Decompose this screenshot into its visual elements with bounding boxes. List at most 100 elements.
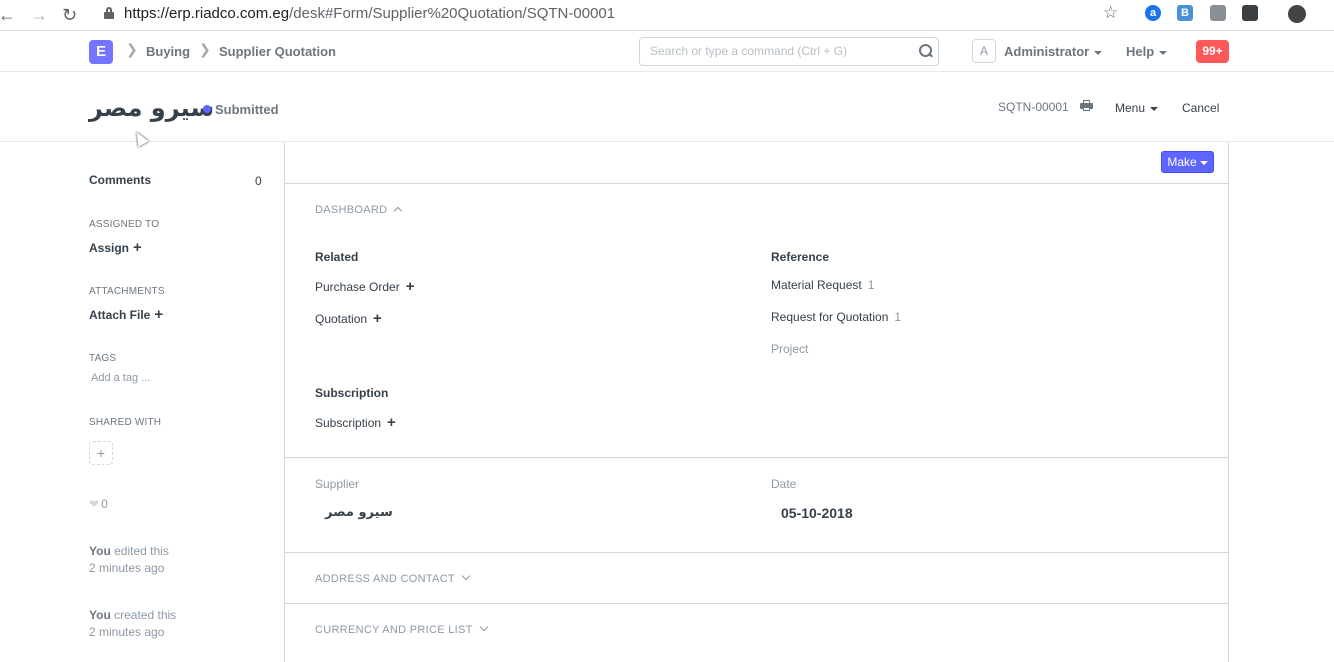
page-head: سيرو مصر Submitted SQTN-00001 Menu Cance… [0, 72, 1334, 142]
tags-label: TAGS [89, 353, 117, 364]
add-tag-input[interactable]: Add a tag ... [91, 372, 150, 384]
link-material-request[interactable]: Material Request 1 [771, 278, 874, 292]
link-request-for-quotation[interactable]: Request for Quotation 1 [771, 310, 901, 324]
make-button[interactable]: Make [1161, 151, 1214, 173]
extension-b-icon[interactable]: B [1177, 5, 1193, 21]
link-count: 1 [867, 278, 875, 292]
like-count: 0 [101, 497, 108, 511]
search-input[interactable] [650, 44, 900, 58]
date-value: 05-10-2018 [781, 505, 853, 521]
subscription-title: Subscription [315, 386, 389, 400]
url-host: https://erp.riadco.com.eg [124, 5, 290, 22]
link-quotation[interactable]: Quotation + [315, 310, 382, 327]
status-indicator: Submitted [203, 102, 279, 117]
help-label: Help [1126, 44, 1155, 59]
caret-down-icon [1150, 106, 1159, 111]
url-path: /desk#Form/Supplier%20Quotation/SQTN-000… [289, 5, 616, 22]
plus-icon: + [133, 239, 142, 256]
link-label: Project [771, 342, 809, 356]
activity-what: edited this [114, 544, 169, 558]
status-text: Submitted [215, 102, 279, 117]
link-count: 1 [894, 310, 902, 324]
share-add-button[interactable]: + [89, 441, 113, 465]
menu-dropdown[interactable]: Menu [1115, 101, 1159, 115]
breadcrumb-supplier-quotation[interactable]: Supplier Quotation [219, 44, 336, 59]
address-contact-label: ADDRESS AND CONTACT [315, 573, 455, 585]
avatar[interactable]: A [972, 39, 996, 63]
activity-item: You edited this 2 minutes ago [89, 543, 169, 577]
app-navbar: E ❯ Buying ❯ Supplier Quotation A Admini… [0, 31, 1334, 72]
supplier-value[interactable]: سيرو مصر [325, 505, 393, 520]
extension-mail-icon[interactable] [1210, 5, 1226, 21]
reload-icon[interactable]: ↻ [62, 5, 77, 26]
print-icon[interactable] [1080, 100, 1093, 111]
activity-when: 2 minutes ago [89, 625, 165, 639]
date-label: Date [771, 477, 797, 491]
activity-who: You [89, 608, 111, 622]
comments-count: 0 [255, 174, 262, 188]
user-name: Administrator [1004, 44, 1090, 59]
divider [285, 552, 1228, 553]
chevron-up-icon [394, 206, 403, 216]
cancel-button[interactable]: Cancel [1182, 101, 1219, 115]
currency-price-list-section-toggle[interactable]: CURRENCY AND PRICE LIST [315, 622, 488, 636]
plus-icon[interactable]: + [373, 310, 382, 327]
plus-icon[interactable]: + [387, 414, 396, 431]
assign-button[interactable]: Assign + [89, 239, 142, 256]
link-purchase-order[interactable]: Purchase Order + [315, 278, 414, 295]
breadcrumb-buying[interactable]: Buying [146, 44, 190, 59]
profile-avatar-icon[interactable] [1288, 5, 1306, 23]
forward-arrow-icon[interactable]: → [30, 5, 48, 26]
heart-icon: ❤ [89, 497, 100, 511]
user-dropdown[interactable]: Administrator [1004, 44, 1103, 59]
browser-toolbar: ← → ↻ https://erp.riadco.com.eg/desk#For… [0, 0, 1334, 31]
form-layout: Make DASHBOARD Related Purchase Order + Q… [284, 142, 1229, 662]
app-logo[interactable]: E [89, 40, 113, 64]
plus-icon[interactable]: + [406, 278, 415, 295]
shared-with-label: SHARED WITH [89, 417, 162, 428]
chevron-down-icon [479, 622, 488, 632]
address-contact-section-toggle[interactable]: ADDRESS AND CONTACT [315, 571, 471, 585]
caret-down-icon [1199, 160, 1208, 165]
activity-item: You created this 2 minutes ago [89, 607, 176, 641]
link-subscription[interactable]: Subscription + [315, 414, 396, 431]
chevron-right-icon: ❯ [199, 41, 211, 57]
dashboard-label: DASHBOARD [315, 204, 388, 216]
supplier-label: Supplier [315, 477, 360, 491]
activity-who: You [89, 544, 111, 558]
notifications-badge[interactable]: 99+ [1196, 40, 1229, 63]
activity-what: created this [114, 608, 177, 622]
link-label: Material Request [771, 278, 862, 292]
search-icon[interactable] [919, 44, 932, 57]
attach-file-button[interactable]: Attach File + [89, 306, 163, 323]
caret-down-icon [1159, 50, 1168, 55]
link-label: Purchase Order [315, 280, 400, 294]
help-dropdown[interactable]: Help [1126, 44, 1168, 59]
caret-down-icon [1094, 50, 1103, 55]
document-name: SQTN-00001 [998, 100, 1069, 114]
activity-when: 2 minutes ago [89, 561, 165, 575]
like-button[interactable]: ❤ 0 [89, 497, 108, 511]
link-project[interactable]: Project [771, 342, 808, 356]
currency-price-list-label: CURRENCY AND PRICE LIST [315, 624, 473, 636]
assign-label: Assign [89, 241, 130, 255]
divider [285, 183, 1228, 184]
link-label: Quotation [315, 312, 368, 326]
back-arrow-icon[interactable]: ← [0, 5, 16, 26]
bookmark-star-icon[interactable]: ☆ [1103, 3, 1118, 23]
comments-label[interactable]: Comments [89, 173, 151, 187]
page-title: سيرو مصر [89, 94, 215, 122]
awesome-bar [639, 37, 939, 66]
divider [285, 603, 1228, 604]
related-title: Related [315, 250, 359, 264]
extension-dark-icon[interactable] [1242, 5, 1258, 21]
dashboard-section-toggle[interactable]: DASHBOARD [315, 204, 403, 216]
reference-title: Reference [771, 250, 830, 264]
status-dot-icon [203, 105, 211, 113]
attach-file-label: Attach File [89, 308, 151, 322]
chevron-right-icon: ❯ [126, 41, 138, 57]
link-label: Request for Quotation [771, 310, 889, 324]
attachments-label: ATTACHMENTS [89, 286, 165, 297]
address-bar[interactable]: https://erp.riadco.com.eg/desk#Form/Supp… [124, 5, 615, 22]
extension-a-icon[interactable]: a [1145, 5, 1161, 21]
